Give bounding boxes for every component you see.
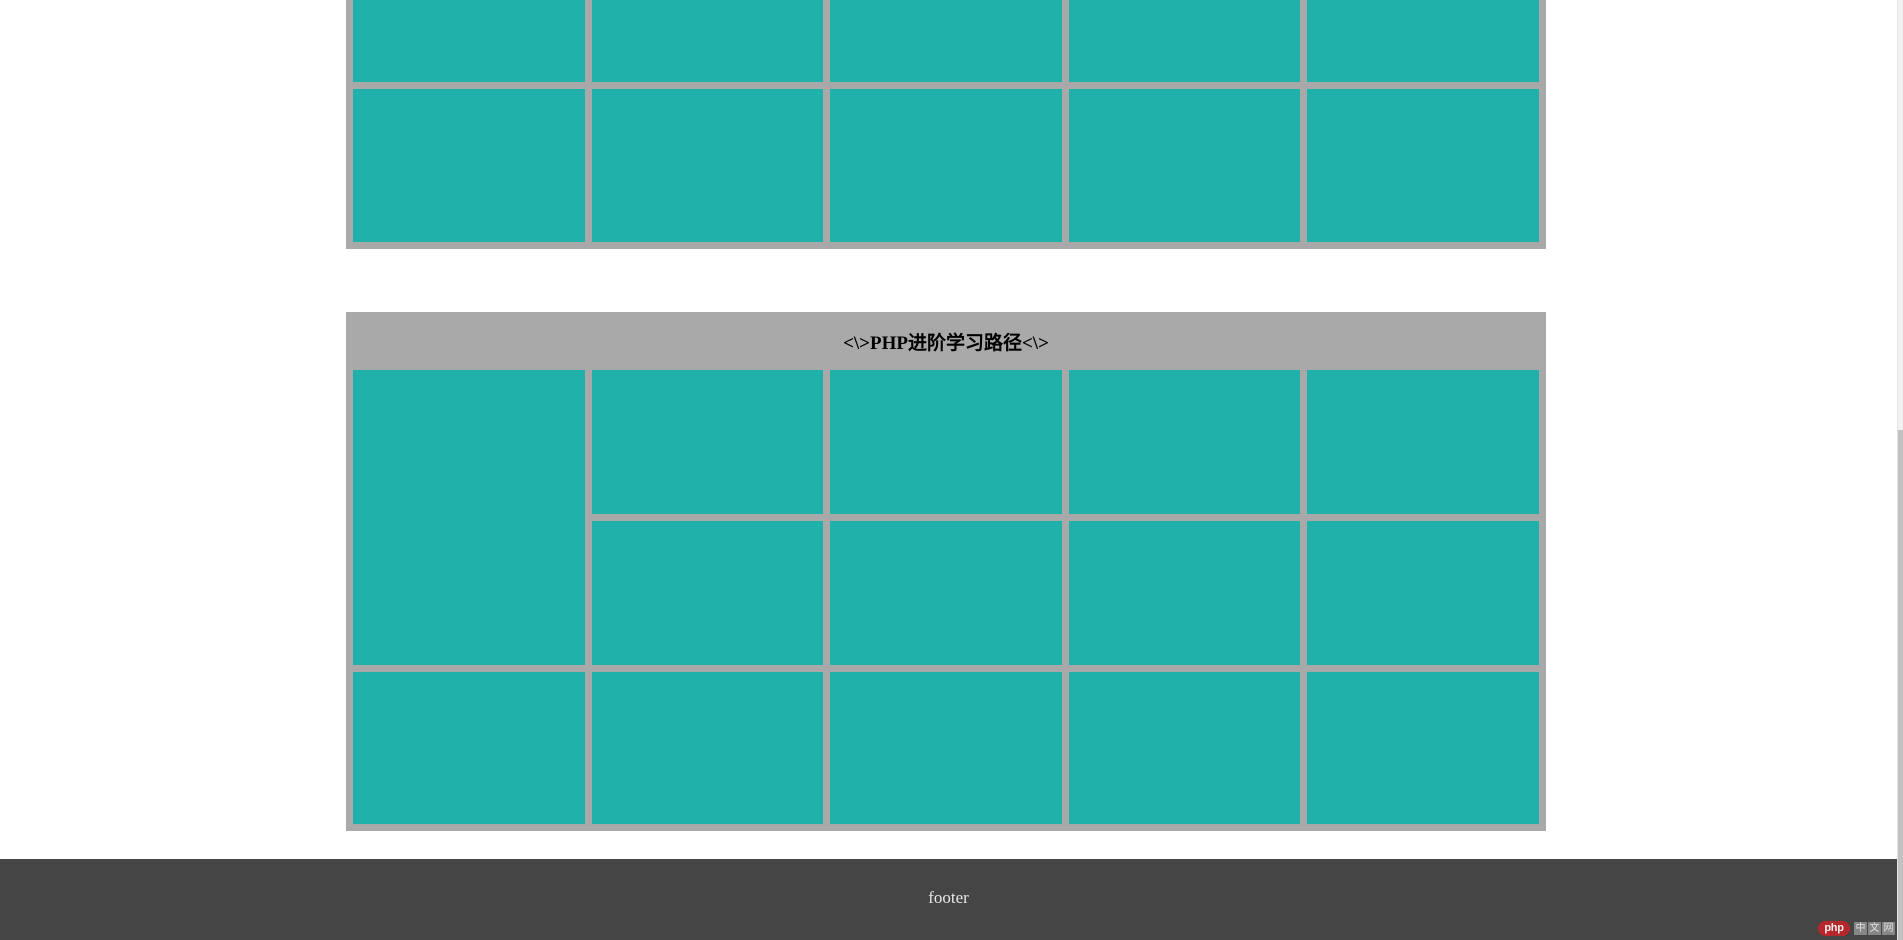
grid-cell[interactable] — [591, 672, 824, 824]
grid-cell[interactable] — [1307, 89, 1539, 242]
grid-cell[interactable] — [830, 521, 1062, 665]
grid-cell[interactable] — [1307, 521, 1539, 665]
vertical-scrollbar-thumb[interactable] — [1898, 430, 1903, 940]
vertical-scrollbar-track[interactable] — [1897, 0, 1903, 940]
page-scroll-viewport[interactable]: <\>PHP进阶学习路径<\> footer — [0, 0, 1897, 940]
grid-cell[interactable] — [830, 0, 1062, 82]
footer-label: footer — [928, 887, 969, 907]
grid-cell[interactable] — [1307, 370, 1539, 514]
upper-grid-table — [346, 0, 1546, 249]
grid-cell[interactable] — [1068, 0, 1301, 82]
grid-cell[interactable] — [1068, 672, 1301, 824]
upper-grid-body — [353, 0, 1539, 242]
table-header-row: <\>PHP进阶学习路径<\> — [353, 319, 1539, 363]
grid-cell-rowspan[interactable] — [353, 370, 585, 665]
grid-cell[interactable] — [1307, 0, 1539, 82]
grid-cell[interactable] — [830, 370, 1062, 514]
grid-cell[interactable] — [353, 672, 585, 824]
table-row — [353, 89, 1539, 242]
grid-cell[interactable] — [591, 0, 824, 82]
grid-cell[interactable] — [591, 370, 824, 514]
grid-cell[interactable] — [830, 672, 1062, 824]
grid-cell[interactable] — [1068, 89, 1301, 242]
table-row — [353, 672, 1539, 824]
grid-cell[interactable] — [591, 89, 824, 242]
grid-cell[interactable] — [1307, 672, 1539, 824]
grid-cell[interactable] — [1068, 521, 1301, 665]
table-row — [353, 370, 1539, 665]
grid-cell[interactable] — [353, 89, 585, 242]
php-learning-path-table: <\>PHP进阶学习路径<\> — [346, 312, 1546, 831]
table-caption-title: <\>PHP进阶学习路径<\> — [843, 332, 1049, 354]
php-learning-path-body — [353, 370, 1539, 824]
table-row — [353, 0, 1539, 82]
site-footer: footer — [0, 859, 1897, 940]
grid-cell[interactable] — [1068, 370, 1301, 514]
php-learning-path-head: <\>PHP进阶学习路径<\> — [353, 319, 1539, 363]
grid-cell[interactable] — [353, 0, 585, 82]
grid-cell[interactable] — [591, 521, 824, 665]
grid-cell[interactable] — [830, 89, 1062, 242]
